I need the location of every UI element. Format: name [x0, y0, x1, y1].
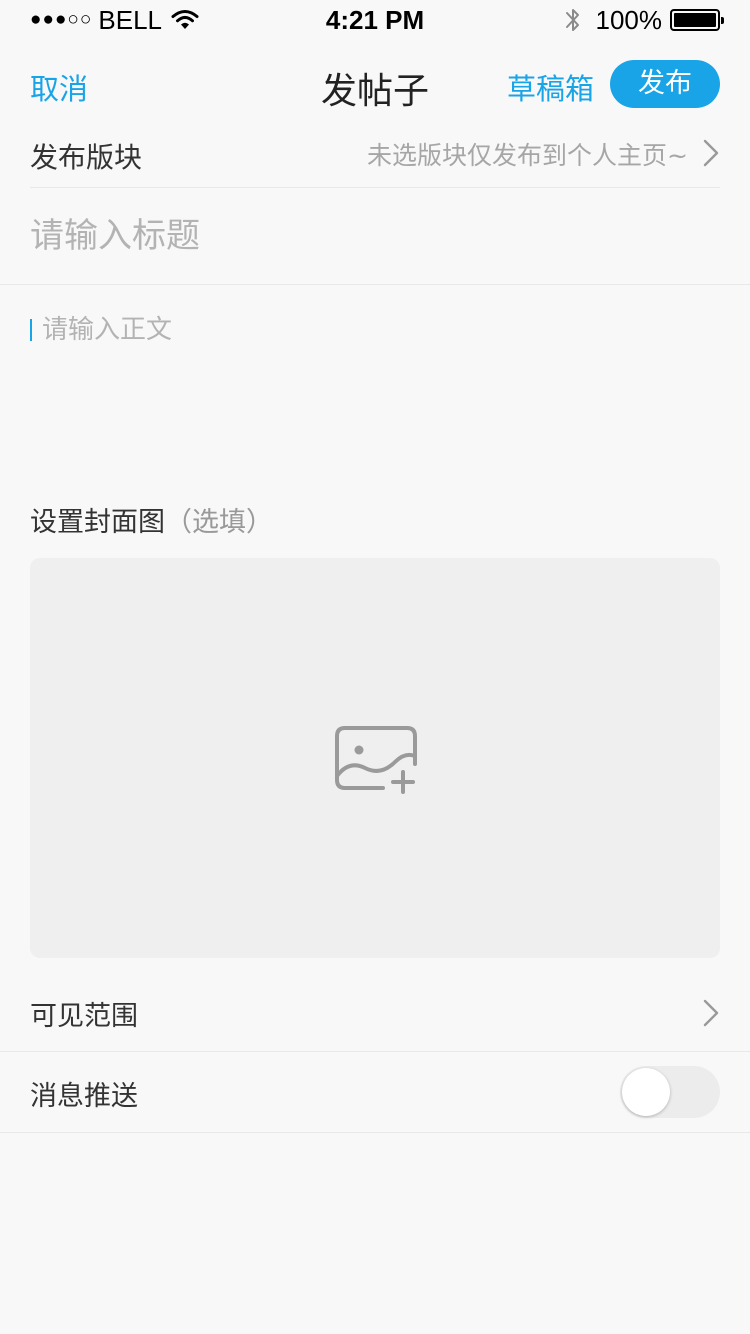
body-field-wrap — [30, 300, 720, 480]
visibility-row[interactable]: 可见范围 — [0, 972, 750, 1052]
battery-fill — [674, 13, 716, 27]
drafts-button[interactable]: 草稿箱 — [507, 66, 594, 108]
battery-icon — [670, 9, 724, 31]
cover-upload-area[interactable] — [30, 558, 720, 958]
cover-label: 设置封面图（选填） — [30, 500, 273, 539]
status-bar: ●●●○○ BELL 4:21 PM 100% — [0, 0, 750, 40]
cover-label-text: 设置封面图 — [30, 507, 165, 538]
nav-bar: 取消 发帖子 草稿箱 发布 — [0, 40, 750, 128]
text-cursor — [30, 319, 32, 341]
cover-optional-hint: （选填） — [165, 507, 273, 538]
status-right: 100% — [564, 4, 724, 35]
title-input[interactable] — [30, 211, 720, 261]
title-field-wrap — [0, 189, 750, 285]
section-value: 未选版块仅发布到个人主页~ — [367, 141, 688, 170]
add-image-icon — [335, 726, 417, 794]
battery-percent: 100% — [595, 4, 663, 35]
body-input[interactable] — [42, 312, 720, 472]
push-toggle[interactable] — [620, 1066, 720, 1118]
visibility-label: 可见范围 — [30, 1001, 138, 1032]
push-notification-row: 消息推送 — [0, 1052, 750, 1133]
publish-button[interactable]: 发布 — [610, 60, 720, 108]
section-label: 发布版块 — [30, 141, 143, 174]
push-label: 消息推送 — [30, 1081, 138, 1112]
toggle-knob — [622, 1068, 670, 1116]
chevron-right-icon — [703, 139, 719, 167]
bluetooth-icon — [565, 9, 579, 31]
section-selector-row[interactable]: 发布版块 未选版块仅发布到个人主页~ — [30, 118, 720, 188]
chevron-right-icon — [703, 999, 719, 1027]
